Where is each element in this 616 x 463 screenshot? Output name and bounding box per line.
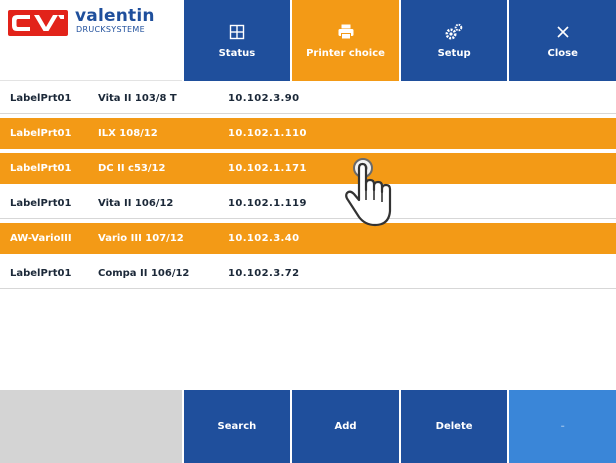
printer-row[interactable]: LabelPrt01 ILX 108/12 10.102.1.110	[0, 118, 616, 149]
setup-button[interactable]: Setup	[400, 0, 508, 81]
delete-button[interactable]: Delete	[400, 390, 508, 463]
printer-model: Vita II 103/8 T	[98, 92, 177, 104]
printer-ip: 10.102.1.119	[228, 197, 307, 209]
printer-ip: 10.102.1.110	[228, 127, 307, 139]
brand-subtitle: DRUCKSYSTEME	[76, 25, 145, 34]
printer-name: LabelPrt01	[10, 162, 72, 174]
top-toolbar: valentin DRUCKSYSTEME Status Printer cho…	[0, 0, 616, 81]
printer-model: DC II c53/12	[98, 162, 166, 174]
cv-logo-icon	[8, 10, 68, 36]
printer-ip: 10.102.3.40	[228, 232, 300, 244]
status-button-label: Status	[218, 48, 256, 59]
printer-name: AW-VarioIII	[10, 232, 72, 244]
add-button[interactable]: Add	[292, 390, 399, 463]
printer-choice-button[interactable]: Printer choice	[292, 0, 399, 81]
printer-list: LabelPrt01 Vita II 103/8 T 10.102.3.90 L…	[0, 83, 616, 293]
extra-button[interactable]: -	[509, 390, 616, 463]
printer-choice-button-label: Printer choice	[306, 48, 385, 59]
close-button[interactable]: Close	[509, 0, 616, 81]
close-icon	[556, 22, 570, 42]
printer-ip: 10.102.3.72	[228, 267, 300, 279]
printer-row[interactable]: LabelPrt01 Compa II 106/12 10.102.3.72	[0, 258, 616, 289]
gears-icon	[444, 22, 464, 42]
printer-model: Vario III 107/12	[98, 232, 184, 244]
status-button[interactable]: Status	[183, 0, 291, 81]
brand-logo-area: valentin DRUCKSYSTEME	[0, 0, 182, 81]
footer-blank-panel	[0, 390, 182, 463]
printer-model: ILX 108/12	[98, 127, 158, 139]
printer-name: LabelPrt01	[10, 92, 72, 104]
search-button[interactable]: Search	[183, 390, 291, 463]
printer-ip: 10.102.1.171	[228, 162, 307, 174]
printer-name: LabelPrt01	[10, 267, 72, 279]
printer-name: LabelPrt01	[10, 127, 72, 139]
printer-name: LabelPrt01	[10, 197, 72, 209]
printer-row[interactable]: LabelPrt01 Vita II 103/8 T 10.102.3.90	[0, 83, 616, 114]
close-button-label: Close	[547, 48, 578, 59]
printer-row[interactable]: AW-VarioIII Vario III 107/12 10.102.3.40	[0, 223, 616, 254]
printer-model: Compa II 106/12	[98, 267, 190, 279]
book-icon	[229, 22, 245, 42]
printer-icon	[337, 22, 355, 42]
brand-name: valentin	[75, 6, 155, 26]
setup-button-label: Setup	[437, 48, 471, 59]
bottom-toolbar: Search Add Delete -	[0, 390, 616, 463]
printer-row[interactable]: LabelPrt01 Vita II 106/12 10.102.1.119	[0, 188, 616, 219]
printer-model: Vita II 106/12	[98, 197, 174, 209]
printer-ip: 10.102.3.90	[228, 92, 300, 104]
printer-row[interactable]: LabelPrt01 DC II c53/12 10.102.1.171	[0, 153, 616, 184]
